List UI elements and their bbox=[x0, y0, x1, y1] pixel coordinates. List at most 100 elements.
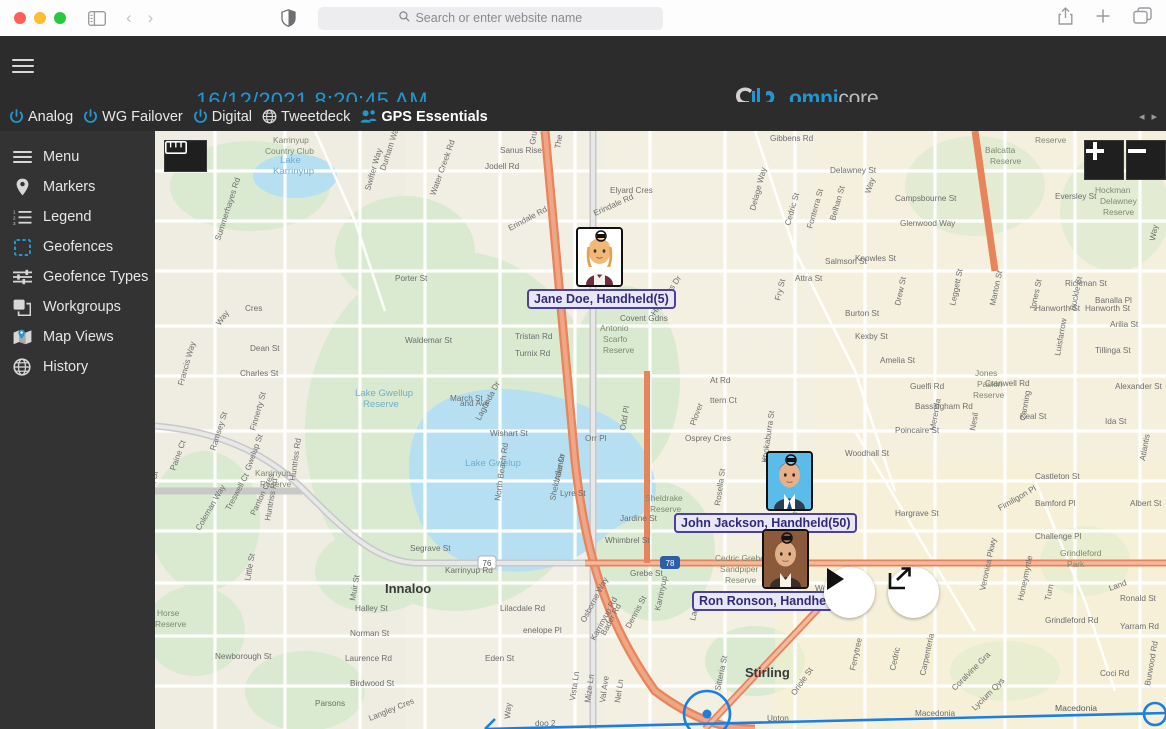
close-window-button[interactable] bbox=[14, 12, 26, 24]
tab-tweetdeck-label: Tweetdeck bbox=[281, 108, 351, 125]
svg-text:Reserve: Reserve bbox=[603, 345, 635, 355]
svg-text:Ida St: Ida St bbox=[1105, 417, 1127, 426]
sidebar-toggle-icon[interactable] bbox=[88, 10, 106, 26]
svg-text:Charles St: Charles St bbox=[240, 369, 279, 378]
tab-overview-icon[interactable] bbox=[1133, 7, 1152, 29]
svg-text:Parsons: Parsons bbox=[315, 699, 345, 708]
tab-scroll-right-button[interactable]: ▸ bbox=[1151, 110, 1157, 123]
svg-text:Grebe St: Grebe St bbox=[630, 569, 663, 578]
svg-text:Alexander St: Alexander St bbox=[1115, 382, 1163, 391]
privacy-shield-icon[interactable] bbox=[281, 9, 296, 27]
svg-text:Grindleford: Grindleford bbox=[1060, 548, 1102, 558]
back-button[interactable]: ‹ bbox=[126, 8, 132, 28]
svg-text:Elyard Cres: Elyard Cres bbox=[610, 186, 653, 195]
map-marker-john-jackson[interactable]: John Jackson, Handheld(50) bbox=[674, 451, 858, 533]
sidebar-item-label: History bbox=[43, 359, 89, 375]
address-bar[interactable]: Search or enter website name bbox=[318, 6, 664, 30]
sidebar-item-map-views[interactable]: Map Views bbox=[0, 322, 155, 352]
svg-text:Scarfo: Scarfo bbox=[603, 334, 628, 344]
svg-text:Reserve: Reserve bbox=[990, 156, 1022, 166]
forward-button[interactable]: › bbox=[148, 8, 154, 28]
svg-text:Stirling: Stirling bbox=[745, 665, 790, 680]
tab-analog[interactable]: Analog bbox=[9, 109, 73, 125]
sidebar-item-label: Geofences bbox=[43, 239, 114, 255]
svg-text:Waldemar St: Waldemar St bbox=[405, 336, 453, 345]
power-icon bbox=[193, 109, 208, 124]
sidebar-item-markers[interactable]: Markers bbox=[0, 172, 155, 202]
sidebar-item-menu[interactable]: Menu bbox=[0, 142, 155, 172]
map-marker-label[interactable]: Jane Doe, Handheld(5) bbox=[527, 289, 676, 309]
svg-text:Jardine St: Jardine St bbox=[620, 514, 658, 523]
map-canvas[interactable]: .rdlabel{font-family:"Liberation Sans",s… bbox=[155, 131, 1166, 729]
svg-text:Grindleford Rd: Grindleford Rd bbox=[1045, 616, 1099, 625]
zoom-out-button[interactable] bbox=[1126, 140, 1166, 180]
svg-text:Cedric Grebe: Cedric Grebe bbox=[715, 553, 765, 563]
svg-text:Eversley St: Eversley St bbox=[1055, 192, 1097, 201]
new-tab-button[interactable] bbox=[1095, 8, 1111, 29]
svg-text:Turnix Rd: Turnix Rd bbox=[515, 349, 551, 358]
tab-wg-failover-label: WG Failover bbox=[102, 108, 183, 125]
navigation-arrows: ‹ › bbox=[126, 8, 153, 28]
svg-text:Reserve: Reserve bbox=[1103, 207, 1135, 217]
map-scale-button[interactable] bbox=[164, 140, 207, 172]
hamburger-icon[interactable] bbox=[12, 59, 34, 73]
sidebar-item-geofences[interactable]: Geofences bbox=[0, 232, 155, 262]
tab-scroll-left-button[interactable]: ◂ bbox=[1139, 110, 1145, 123]
sidebar: Menu Markers 1 2 3 Legend Geofences Geof… bbox=[0, 131, 155, 729]
sidebar-item-geofence-types[interactable]: Geofence Types bbox=[0, 262, 155, 292]
svg-text:Reserve: Reserve bbox=[1035, 135, 1067, 145]
svg-text:Balcatta: Balcatta bbox=[985, 145, 1016, 155]
map-marker-ron-ronson[interactable]: Ron Ronson, Handhe bbox=[692, 529, 834, 611]
play-button[interactable] bbox=[824, 567, 875, 618]
share-icon[interactable] bbox=[1058, 6, 1073, 30]
svg-text:ttern Ct: ttern Ct bbox=[710, 396, 738, 405]
map-marker-label[interactable]: Ron Ronson, Handhe bbox=[692, 591, 834, 611]
svg-text:1: 1 bbox=[13, 210, 16, 215]
app-header: 16/12/2021 8:20:45 AM omnicore bbox=[0, 36, 1166, 113]
svg-text:Sandpiper: Sandpiper bbox=[720, 564, 758, 574]
marker-avatar-card bbox=[576, 227, 623, 287]
tab-digital[interactable]: Digital bbox=[193, 109, 252, 125]
globe-icon bbox=[262, 109, 277, 124]
svg-text:Covent Gdns: Covent Gdns bbox=[620, 314, 668, 323]
maximize-window-button[interactable] bbox=[54, 12, 66, 24]
zoom-in-button[interactable] bbox=[1084, 140, 1124, 180]
plus-icon bbox=[1086, 142, 1104, 160]
svg-text:Innaloo: Innaloo bbox=[385, 581, 431, 596]
svg-text:March St: March St bbox=[450, 394, 483, 403]
people-icon bbox=[360, 109, 377, 124]
svg-text:Antonio: Antonio bbox=[600, 323, 629, 333]
svg-text:Hanworth St: Hanworth St bbox=[1085, 304, 1131, 313]
popout-button[interactable] bbox=[888, 567, 939, 618]
sidebar-item-history[interactable]: History bbox=[0, 352, 155, 382]
dashed-square-icon bbox=[12, 237, 32, 257]
svg-text:Lake: Lake bbox=[280, 155, 301, 166]
svg-text:2: 2 bbox=[13, 215, 16, 220]
svg-text:Park: Park bbox=[1067, 559, 1085, 569]
svg-text:Salmson St: Salmson St bbox=[825, 257, 868, 266]
svg-text:3: 3 bbox=[13, 221, 16, 225]
map-marker-jane-doe[interactable]: Jane Doe, Handheld(5) bbox=[527, 227, 676, 309]
sidebar-item-legend[interactable]: 1 2 3 Legend bbox=[0, 202, 155, 232]
browser-right-icons bbox=[1058, 6, 1152, 30]
svg-text:Delawney St: Delawney St bbox=[830, 166, 877, 175]
svg-text:Bassingham Rd: Bassingham Rd bbox=[915, 402, 973, 411]
svg-text:Glenwood Way: Glenwood Way bbox=[900, 219, 956, 228]
tab-wg-failover[interactable]: WG Failover bbox=[83, 109, 183, 125]
power-icon bbox=[9, 109, 24, 124]
svg-text:Lyre St: Lyre St bbox=[560, 489, 586, 498]
svg-text:Arilia St: Arilia St bbox=[1110, 320, 1139, 329]
svg-text:Jodell Rd: Jodell Rd bbox=[485, 162, 520, 171]
tab-gps-essentials[interactable]: GPS Essentials bbox=[360, 108, 488, 125]
tab-gps-essentials-label: GPS Essentials bbox=[381, 108, 488, 125]
map-tiles: .rdlabel{font-family:"Liberation Sans",s… bbox=[155, 131, 1166, 729]
tab-scroll-controls: ◂ ▸ bbox=[1139, 110, 1157, 123]
svg-text:Reserve: Reserve bbox=[973, 390, 1005, 400]
tab-tweetdeck[interactable]: Tweetdeck bbox=[262, 109, 350, 125]
svg-text:Attra St: Attra St bbox=[795, 274, 823, 283]
svg-text:Norman St: Norman St bbox=[350, 629, 390, 638]
sidebar-item-workgroups[interactable]: Workgroups bbox=[0, 292, 155, 322]
svg-text:Lilacdale Rd: Lilacdale Rd bbox=[500, 604, 546, 613]
minimize-window-button[interactable] bbox=[34, 12, 46, 24]
sidebar-item-label: Legend bbox=[43, 209, 92, 225]
